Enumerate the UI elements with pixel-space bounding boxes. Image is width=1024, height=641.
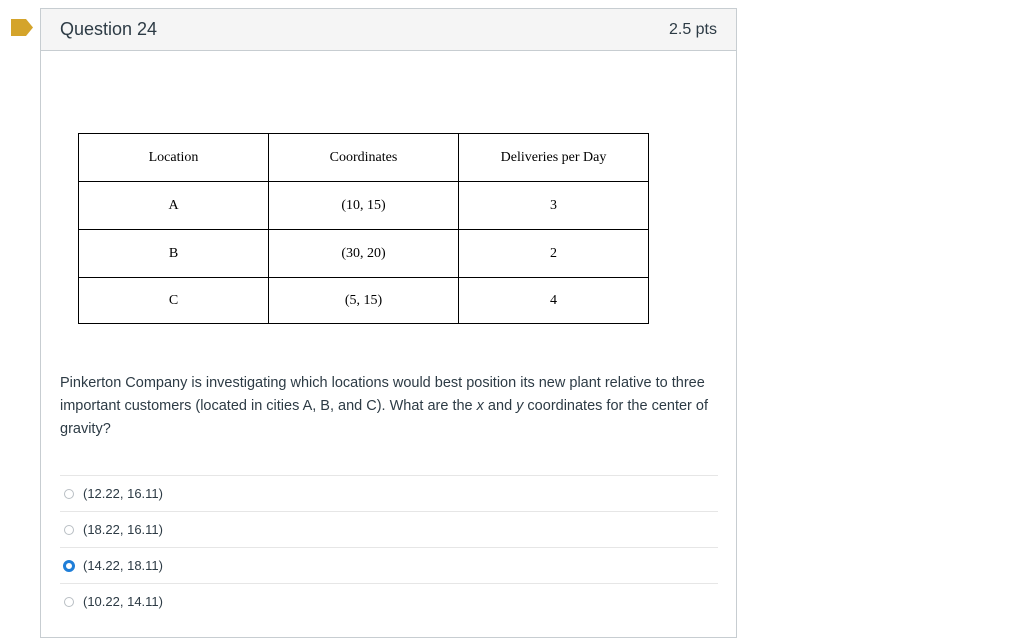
radio-button[interactable] (64, 524, 74, 535)
answer-label: (18.22, 16.11) (83, 522, 163, 537)
question-points: 2.5 pts (668, 20, 717, 38)
table-row: A (10, 15) 3 (78, 181, 649, 230)
table-cell: (5, 15) (268, 277, 459, 324)
table-header-cell: Deliveries per Day (458, 133, 649, 182)
answer-option[interactable]: (10.22, 14.11) (60, 583, 718, 619)
radio-button[interactable] (64, 596, 74, 607)
question-title: Question 24 (60, 19, 158, 39)
answer-option[interactable]: (12.22, 16.11) (60, 475, 718, 511)
answer-option[interactable]: (14.22, 18.11) (60, 547, 718, 583)
table-cell: (10, 15) (268, 181, 459, 230)
table-header-cell: Location (78, 133, 269, 182)
answer-label: (12.22, 16.11) (83, 486, 163, 501)
question-header: Question 24 2.5 pts (41, 9, 736, 51)
radio-button-selected[interactable] (63, 559, 75, 572)
table-cell: (30, 20) (268, 229, 459, 278)
data-table: Location Coordinates Deliveries per Day … (78, 133, 649, 324)
table-header-cell: Coordinates (268, 133, 459, 182)
answer-label: (10.22, 14.11) (83, 594, 163, 609)
radio-button[interactable] (64, 488, 74, 499)
table-row: B (30, 20) 2 (78, 229, 649, 278)
table-cell: 2 (458, 229, 649, 278)
table-cell: 4 (458, 277, 649, 324)
question-card: Question 24 2.5 pts Location Coordinates… (40, 8, 737, 638)
table-cell: A (78, 181, 269, 230)
bookmark-flag-icon[interactable] (11, 19, 33, 36)
answer-label: (14.22, 18.11) (83, 558, 163, 573)
question-prompt: Pinkerton Company is investigating which… (60, 375, 708, 437)
table-cell: B (78, 229, 269, 278)
table-cell: 3 (458, 181, 649, 230)
table-row: C (5, 15) 4 (78, 277, 649, 324)
table-header-row: Location Coordinates Deliveries per Day (78, 133, 649, 182)
table-cell: C (78, 277, 269, 324)
answer-list: (12.22, 16.11) (18.22, 16.11) (14.22, 18… (60, 475, 718, 619)
answer-option[interactable]: (18.22, 16.11) (60, 511, 718, 547)
